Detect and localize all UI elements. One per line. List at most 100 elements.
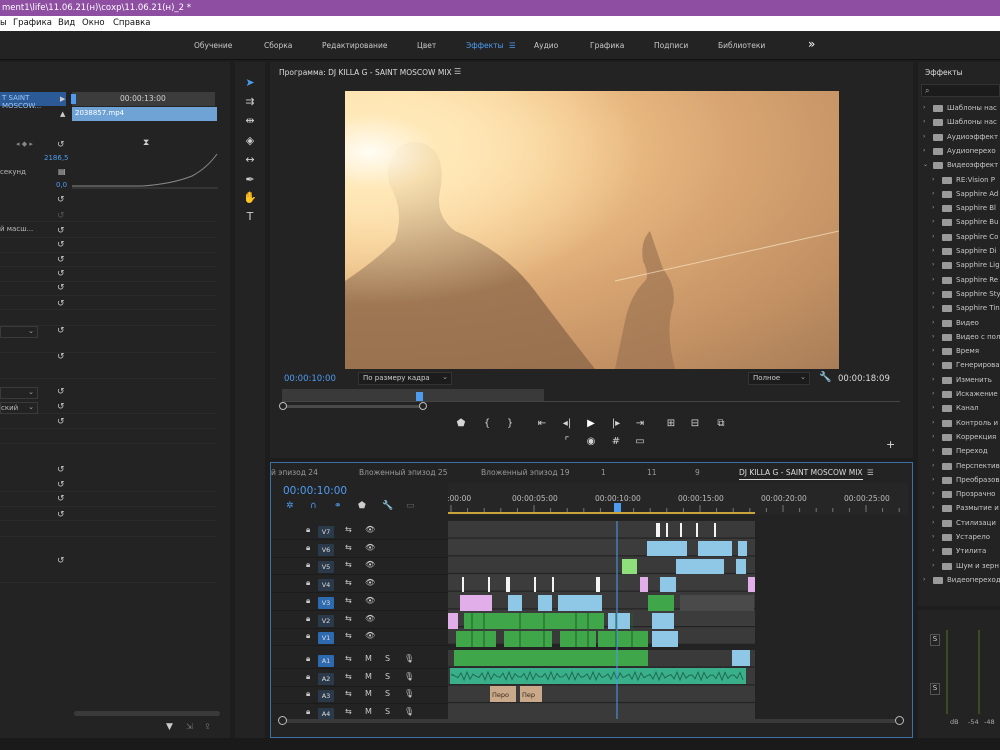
captions-icon[interactable]: ▭ [406, 501, 415, 511]
chevron-right-icon[interactable]: › [932, 190, 934, 197]
sync-icon[interactable]: ⇆ [345, 654, 352, 663]
mute-button[interactable]: M [365, 689, 372, 698]
slip-tool-icon[interactable]: ↔ [240, 152, 260, 168]
clip[interactable] [648, 595, 674, 611]
menu-window[interactable]: Окно [82, 16, 105, 31]
track-select-tool-icon[interactable]: ⇉ [240, 94, 260, 110]
effects-item[interactable]: › Sapphire Lig [918, 259, 1000, 273]
razor-tool-icon[interactable]: ◈ [240, 133, 260, 149]
effects-item[interactable]: › Генерирова [918, 359, 1000, 373]
clip[interactable] [534, 577, 536, 592]
track-target[interactable]: A1 [318, 654, 334, 667]
solo-button[interactable]: S [385, 672, 390, 681]
linked-selection-icon[interactable]: ⚭ [334, 501, 342, 511]
reset-icon[interactable]: ↺ [57, 387, 65, 397]
clip[interactable] [680, 523, 682, 537]
chevron-right-icon[interactable]: › [923, 147, 925, 154]
step-back-icon[interactable]: ◂| [560, 418, 574, 429]
effects-item[interactable]: › RE:Vision P [918, 174, 1000, 188]
chevron-right-icon[interactable]: › [932, 319, 934, 326]
export-frame-icon[interactable]: ◉ [584, 436, 598, 447]
extract-icon[interactable]: ⊟ [688, 418, 702, 429]
program-playhead[interactable] [416, 392, 423, 401]
fit-dropdown[interactable]: По размеру кадра ⌄ [358, 372, 452, 385]
eye-icon[interactable]: 👁︎ [365, 596, 375, 605]
effects-item[interactable]: › Преобразов [918, 474, 1000, 488]
effects-item[interactable]: › Видео [918, 317, 1000, 331]
clip[interactable] [506, 577, 510, 592]
program-ruler[interactable] [282, 389, 900, 402]
effects-item[interactable]: › Sapphire Ad [918, 188, 1000, 202]
reset-icon[interactable]: ↺ [57, 226, 65, 236]
dropdown-2[interactable]: ⌄ [0, 387, 38, 399]
solo-button[interactable]: S [385, 707, 390, 716]
effects-item[interactable]: › Устарело [918, 531, 1000, 545]
track-target[interactable]: V2 [318, 614, 334, 627]
track-target[interactable]: V5 [318, 561, 334, 574]
tab-11[interactable]: 11 [647, 468, 657, 477]
mic-icon[interactable]: 🎙︎ [404, 689, 414, 698]
tab-seq-25[interactable]: Вложенный эпизод 25 [359, 468, 447, 477]
sync-icon[interactable]: ⇆ [345, 689, 352, 698]
clip[interactable] [464, 613, 604, 629]
mute-button[interactable]: M [365, 672, 372, 681]
eye-icon[interactable]: 👁︎ [365, 525, 375, 534]
clip[interactable] [462, 577, 464, 592]
effects-item[interactable]: ⌄ Видеоэффект [918, 159, 1000, 173]
clip[interactable] [608, 613, 630, 629]
lock-icon[interactable]: 🔒︎ [306, 543, 310, 553]
effects-item[interactable]: › Sapphire Sty [918, 288, 1000, 302]
lock-icon[interactable]: 🔒︎ [306, 672, 310, 682]
sync-icon[interactable]: ⇆ [345, 614, 352, 623]
ws-graphics[interactable]: Графика [590, 41, 624, 50]
share-icon[interactable]: ⇪ [204, 722, 211, 731]
more-workspaces-icon[interactable]: » [808, 37, 815, 51]
menu-box-icon[interactable]: ▤ [58, 167, 66, 176]
chevron-down-icon[interactable]: ⌄ [923, 161, 928, 168]
ws-assembly[interactable]: Сборка [264, 41, 292, 50]
sync-icon[interactable]: ⇆ [345, 543, 352, 552]
track-target[interactable]: A2 [318, 672, 334, 685]
effects-item[interactable]: › Прозрачно [918, 488, 1000, 502]
clip[interactable] [448, 613, 458, 629]
zoom-bar[interactable] [279, 402, 427, 410]
track-lane[interactable] [448, 521, 755, 538]
solo-right-button[interactable]: S [930, 683, 940, 695]
reset-icon[interactable]: ↺ [57, 480, 65, 490]
chevron-right-icon[interactable]: › [932, 562, 934, 569]
snap-icon[interactable]: ∩ [310, 501, 317, 511]
filter-icon[interactable]: ▼ [166, 722, 173, 732]
clip[interactable] [640, 577, 648, 592]
keyframe-nav-icon[interactable]: ◂ ◆ ▸ [16, 140, 33, 148]
chevron-right-icon[interactable]: › [932, 419, 934, 426]
mute-button[interactable]: M [365, 707, 372, 716]
solo-left-button[interactable]: S [930, 634, 940, 646]
horizontal-scrollbar[interactable] [74, 711, 220, 716]
add-marker-tl-icon[interactable]: ⬟ [358, 501, 366, 511]
chevron-right-icon[interactable]: › [932, 247, 934, 254]
effects-item[interactable]: › Sapphire Bu [918, 216, 1000, 230]
clip[interactable] [676, 559, 724, 574]
chevron-right-icon[interactable]: › [932, 519, 934, 526]
chevron-right-icon[interactable]: › [932, 218, 934, 225]
timeline-current-time[interactable]: 00:00:10:00 [283, 485, 347, 497]
clip[interactable] [736, 559, 746, 574]
tab-main-sequence[interactable]: DJ KILLA G - SAINT MOSCOW MIX [739, 468, 863, 480]
track-target[interactable]: V3 [318, 596, 334, 609]
sync-icon[interactable]: ⇆ [345, 560, 352, 569]
effects-item[interactable]: › Видеопереход [918, 574, 1000, 588]
type-tool-icon[interactable]: T [240, 209, 260, 225]
clip[interactable] [680, 595, 754, 611]
lock-icon[interactable]: 🔒︎ [306, 654, 310, 664]
lock-icon[interactable]: 🔒︎ [306, 596, 310, 606]
ws-effects[interactable]: Эффекты [466, 41, 504, 50]
go-to-out-icon[interactable]: ⇥ [633, 418, 647, 429]
clip[interactable] [456, 631, 496, 647]
reset-icon[interactable]: ↺ [57, 299, 65, 309]
effects-search-input[interactable]: ⌕ [921, 84, 1000, 97]
lock-icon[interactable]: 🔒︎ [306, 525, 310, 535]
effects-item[interactable]: › Утилита [918, 545, 1000, 559]
sync-icon[interactable]: ⇆ [345, 525, 352, 534]
reset-icon[interactable]: ↺ [57, 510, 65, 520]
tab-seq-24[interactable]: й эпизод 24 [271, 468, 318, 477]
